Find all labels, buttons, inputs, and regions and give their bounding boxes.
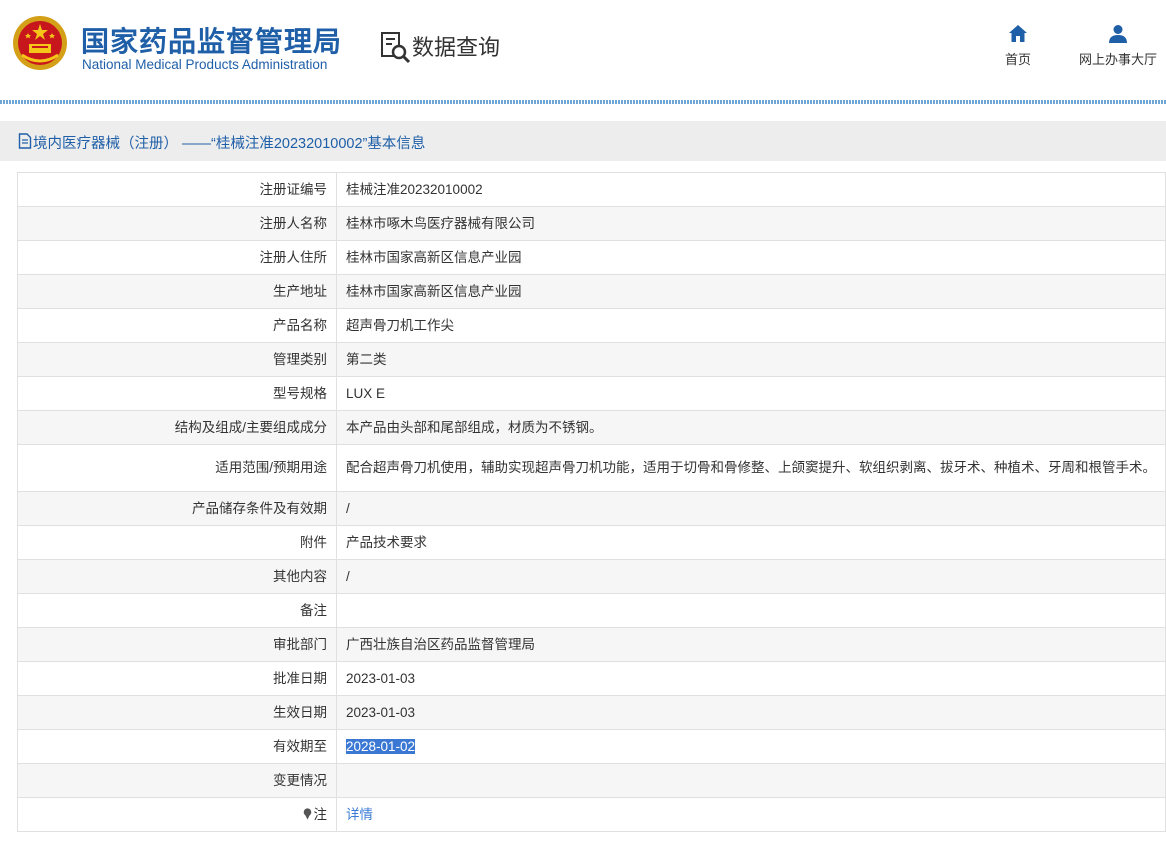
field-value: LUX E: [336, 376, 1166, 411]
field-label: 型号规格: [17, 376, 337, 411]
field-label: 管理类别: [17, 342, 337, 377]
national-emblem-icon: [13, 16, 67, 70]
user-icon: [1109, 25, 1127, 43]
field-label: 注册证编号: [17, 172, 337, 207]
field-label: 其他内容: [17, 559, 337, 594]
data-query-icon: [381, 32, 411, 64]
table-row: 附件 产品技术要求: [17, 525, 1166, 560]
table-row: 型号规格 LUX E: [17, 376, 1166, 411]
field-label: 附件: [17, 525, 337, 560]
field-label: 生产地址: [17, 274, 337, 309]
field-label: 注册人住所: [17, 240, 337, 275]
field-value: 桂林市国家高新区信息产业园: [336, 274, 1166, 309]
org-name-cn: 国家药品监督管理局: [81, 26, 343, 57]
nav-online-hall[interactable]: 网上办事大厅: [1070, 24, 1166, 68]
nav-home-label: 首页: [1004, 52, 1031, 67]
table-row: 审批部门 广西壮族自治区药品监督管理局: [17, 627, 1166, 662]
field-label: 审批部门: [17, 627, 337, 662]
field-value-cell: 详情: [336, 797, 1166, 832]
note-label: 注: [313, 806, 328, 822]
table-row: 管理类别 第二类: [17, 342, 1166, 377]
field-value: 超声骨刀机工作尖: [336, 308, 1166, 343]
details-link[interactable]: 详情: [346, 807, 373, 822]
table-row: 结构及组成/主要组成成分 本产品由头部和尾部组成，材质为不锈钢。: [17, 410, 1166, 445]
record-info-table: 注册证编号 桂械注准20232010002 注册人名称 桂林市啄木鸟医疗器械有限…: [17, 172, 1166, 832]
table-row: 有效期至 2028-01-02: [17, 729, 1166, 764]
field-value: 桂林市啄木鸟医疗器械有限公司: [336, 206, 1166, 241]
table-row: 产品储存条件及有效期 /: [17, 491, 1166, 526]
field-label: 注册人名称: [17, 206, 337, 241]
field-value: [336, 593, 1166, 628]
nav-online-hall-label: 网上办事大厅: [1078, 52, 1157, 67]
table-row: 适用范围/预期用途 配合超声骨刀机使用，辅助实现超声骨刀机功能，适用于切骨和骨修…: [17, 444, 1166, 492]
field-label: 备注: [17, 593, 337, 628]
field-label: 产品储存条件及有效期: [17, 491, 337, 526]
table-row: 注册人住所 桂林市国家高新区信息产业园: [17, 240, 1166, 275]
table-row: 生产地址 桂林市国家高新区信息产业园: [17, 274, 1166, 309]
org-name-en: National Medical Products Administration: [82, 57, 328, 72]
pin-icon: [303, 807, 311, 819]
home-icon: [1009, 25, 1027, 42]
field-value: 2023-01-03: [336, 661, 1166, 696]
field-value: 产品技术要求: [336, 525, 1166, 560]
field-label: 批准日期: [17, 661, 337, 696]
field-value: 桂林市国家高新区信息产业园: [336, 240, 1166, 275]
table-row: 注册人名称 桂林市啄木鸟医疗器械有限公司: [17, 206, 1166, 241]
field-label: 变更情况: [17, 763, 337, 798]
field-label: 结构及组成/主要组成成分: [17, 410, 337, 445]
field-label: 适用范围/预期用途: [17, 444, 337, 492]
field-value: 第二类: [336, 342, 1166, 377]
field-value: /: [336, 559, 1166, 594]
table-row: 变更情况: [17, 763, 1166, 798]
section-title: 数据查询: [412, 35, 501, 60]
field-value: 2023-01-03: [336, 695, 1166, 730]
header-divider: [0, 100, 1166, 104]
table-row: 其他内容 /: [17, 559, 1166, 594]
field-value: [336, 763, 1166, 798]
field-label: 有效期至: [17, 729, 337, 764]
field-label-note: 注: [17, 797, 337, 832]
site-header: 国家药品监督管理局 National Medical Products Admi…: [0, 0, 1166, 100]
field-value: 本产品由头部和尾部组成，材质为不锈钢。: [336, 410, 1166, 445]
selected-expiry-date: 2028-01-02: [346, 738, 416, 754]
field-value: 配合超声骨刀机使用，辅助实现超声骨刀机功能，适用于切骨和骨修整、上颌窦提升、软组…: [336, 444, 1166, 492]
table-row: 注册证编号 桂械注准20232010002: [17, 172, 1166, 207]
field-value: /: [336, 491, 1166, 526]
nav-home[interactable]: 首页: [998, 24, 1038, 68]
table-row: 注 详情: [17, 797, 1166, 832]
table-row: 备注: [17, 593, 1166, 628]
table-row: 批准日期 2023-01-03: [17, 661, 1166, 696]
record-title: 境内医疗器械（注册） ——“桂械注准20232010002”基本信息: [33, 136, 426, 152]
field-label: 产品名称: [17, 308, 337, 343]
table-row: 产品名称 超声骨刀机工作尖: [17, 308, 1166, 343]
document-icon: [18, 133, 32, 149]
field-value: 桂械注准20232010002: [336, 172, 1166, 207]
table-row: 生效日期 2023-01-03: [17, 695, 1166, 730]
field-value-cell: 2028-01-02: [336, 729, 1166, 764]
field-label: 生效日期: [17, 695, 337, 730]
field-value: 广西壮族自治区药品监督管理局: [336, 627, 1166, 662]
